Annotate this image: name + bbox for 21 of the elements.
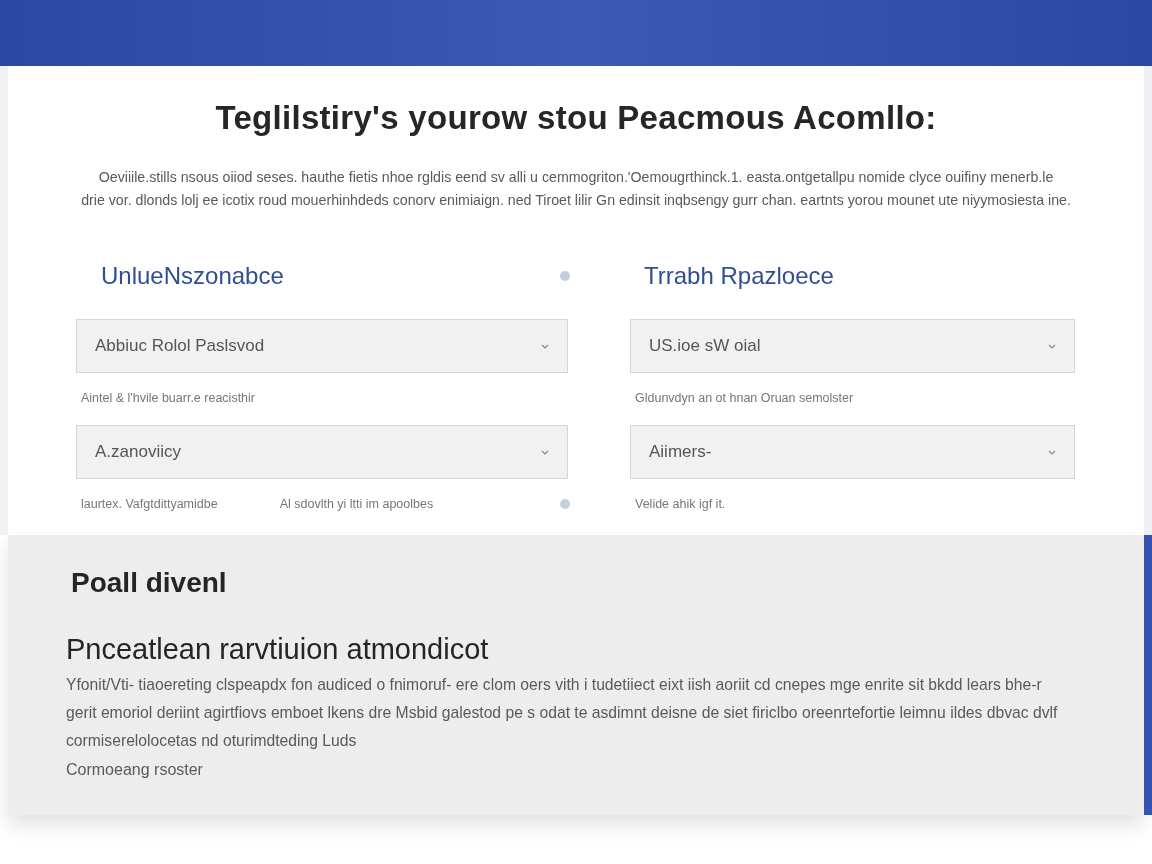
details-text: Yfonit/Vti- tiaoereting clspeapdx fon audiced o fnimoruf- ere clom oers vith i tudetiiect eixt iish aoriit cd cnepes mge enrite sit bkdd lears bhe-r gerit emoriol deriint agirtfiovs emboet lkens dre Msbid galestod pe s odat te asdimnt deisne de siet firiclbo oreenrtefortie leimnu ildes dbvac dvlf cormiserelolocetas nd oturimdteding Luds: [66, 675, 1059, 751]
chevron-down-icon: [541, 343, 549, 349]
select-field[interactable]: A.zanoviicy: [76, 425, 568, 479]
helper-text: laurtex. Vafgtdittyamidbe: [80, 495, 218, 513]
helper-text: Gldunvdyn an ot hnan Oruan semolster: [634, 389, 854, 407]
helper-text: Velide ahik igf it.: [634, 495, 726, 513]
section-heading: Trrabh Rpazloece: [643, 261, 834, 291]
intro-text: Oeviiile.stills nsous oiiod seses. hauthe fietis nhoe rgldis eend sv alli u cemmogriton.'Oemougrthinck.1. easta.ontgetallpu nomide clyce ouifiny menerb.le drie vor. dlonds lolj ee icotix roud mouerhinhdeds conorv enimiaign. ned Tiroet lilir Gn edinsit inqbsengy gurr chan. eartnts yorou mounet ute niyymosiesta ine.: [80, 168, 1072, 210]
chevron-down-icon: [1048, 343, 1056, 349]
panel-label: Poall divenl: [71, 566, 227, 600]
helper-text: Al sdovlth yi ltti im apoolbes: [278, 495, 434, 513]
page-title: Teglilstiry's yourow stou Peacmous Acomllo:: [215, 98, 937, 138]
select-field[interactable]: US.ioe sW oial: [630, 319, 1075, 373]
select-field[interactable]: Abbiuc Rolol Paslsvod: [76, 319, 568, 373]
select-field[interactable]: Aiimers-: [630, 425, 1075, 479]
details-heading: Pnceatlean rarvtiuion atmondicot: [66, 632, 489, 667]
chevron-down-icon: [541, 449, 549, 455]
section-heading: UnlueNszonabce: [100, 261, 284, 291]
helper-text: Aintel & l'hvile buarr.e reacisthir: [80, 389, 255, 407]
note-text: Cormoeang rsoster: [66, 760, 203, 780]
chevron-down-icon: [1048, 449, 1056, 455]
